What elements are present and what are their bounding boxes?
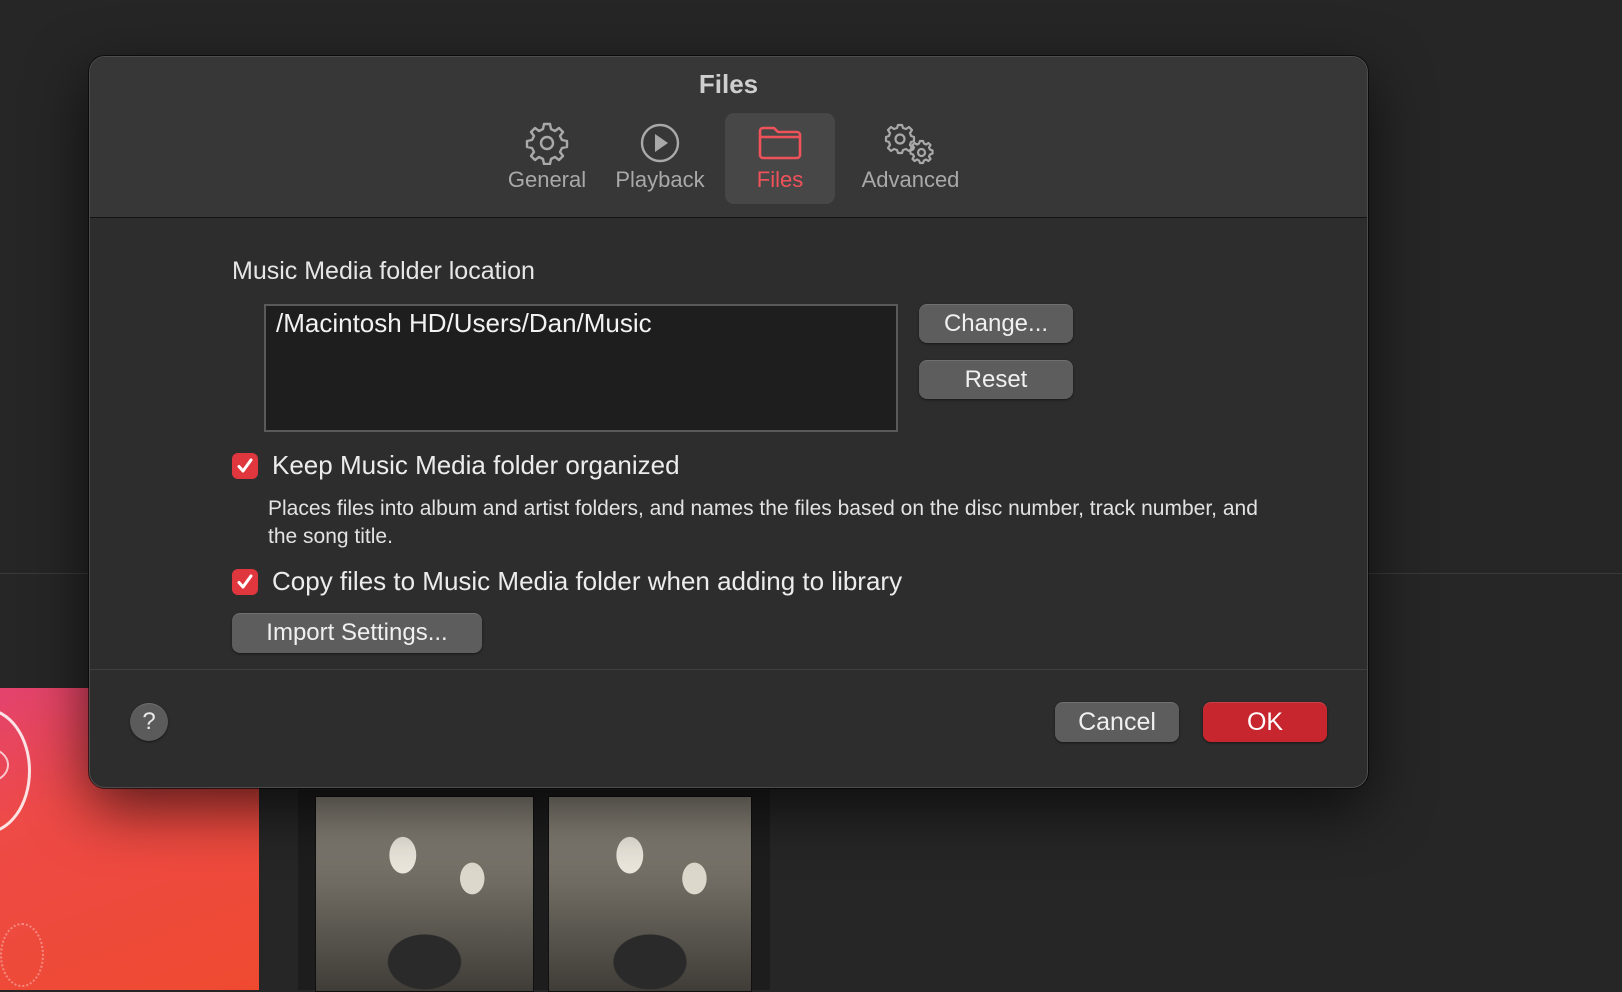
help-button[interactable]: ? [130,703,168,741]
tab-files[interactable]: Files [725,113,835,204]
keep-organized-checkbox[interactable] [232,453,258,479]
footer-divider [90,669,1367,670]
tab-label: Files [756,167,804,192]
tab-general[interactable]: General [492,113,602,204]
folder-icon [756,121,804,170]
keep-organized-label[interactable]: Keep Music Media folder organized [272,450,680,481]
media-folder-location-label: Music Media folder location [232,257,535,285]
media-folder-path-field[interactable]: /Macintosh HD/Users/Dan/Music [264,304,898,432]
tab-advanced[interactable]: Advanced [838,113,983,204]
checkmark-icon [237,574,253,589]
background-album-photo[interactable] [315,796,534,992]
copy-files-label[interactable]: Copy files to Music Media folder when ad… [272,566,902,597]
gear-icon [525,121,569,170]
tab-label: General [507,167,587,192]
album-art-dots [0,923,44,987]
reset-button[interactable]: Reset [919,360,1073,399]
tab-playback[interactable]: Playback [605,113,715,204]
ok-button[interactable]: OK [1203,702,1327,742]
preferences-toolbar: Files General Playback Files Advanced [90,57,1367,218]
tab-label: Playback [615,167,705,192]
play-circle-icon [638,121,682,170]
cancel-button[interactable]: Cancel [1055,702,1179,742]
tab-label: Advanced [861,167,960,192]
checkmark-icon [237,458,253,473]
background-album-photo[interactable] [548,796,752,992]
keep-organized-description: Places files into album and artist folde… [268,497,1258,548]
window-title: Files [698,69,759,99]
change-button[interactable]: Change... [919,304,1073,343]
preferences-dialog: Files General Playback Files Advanced Mu… [89,56,1368,788]
import-settings-button[interactable]: Import Settings... [232,613,482,653]
gears-icon [882,121,940,170]
copy-files-checkbox[interactable] [232,569,258,595]
